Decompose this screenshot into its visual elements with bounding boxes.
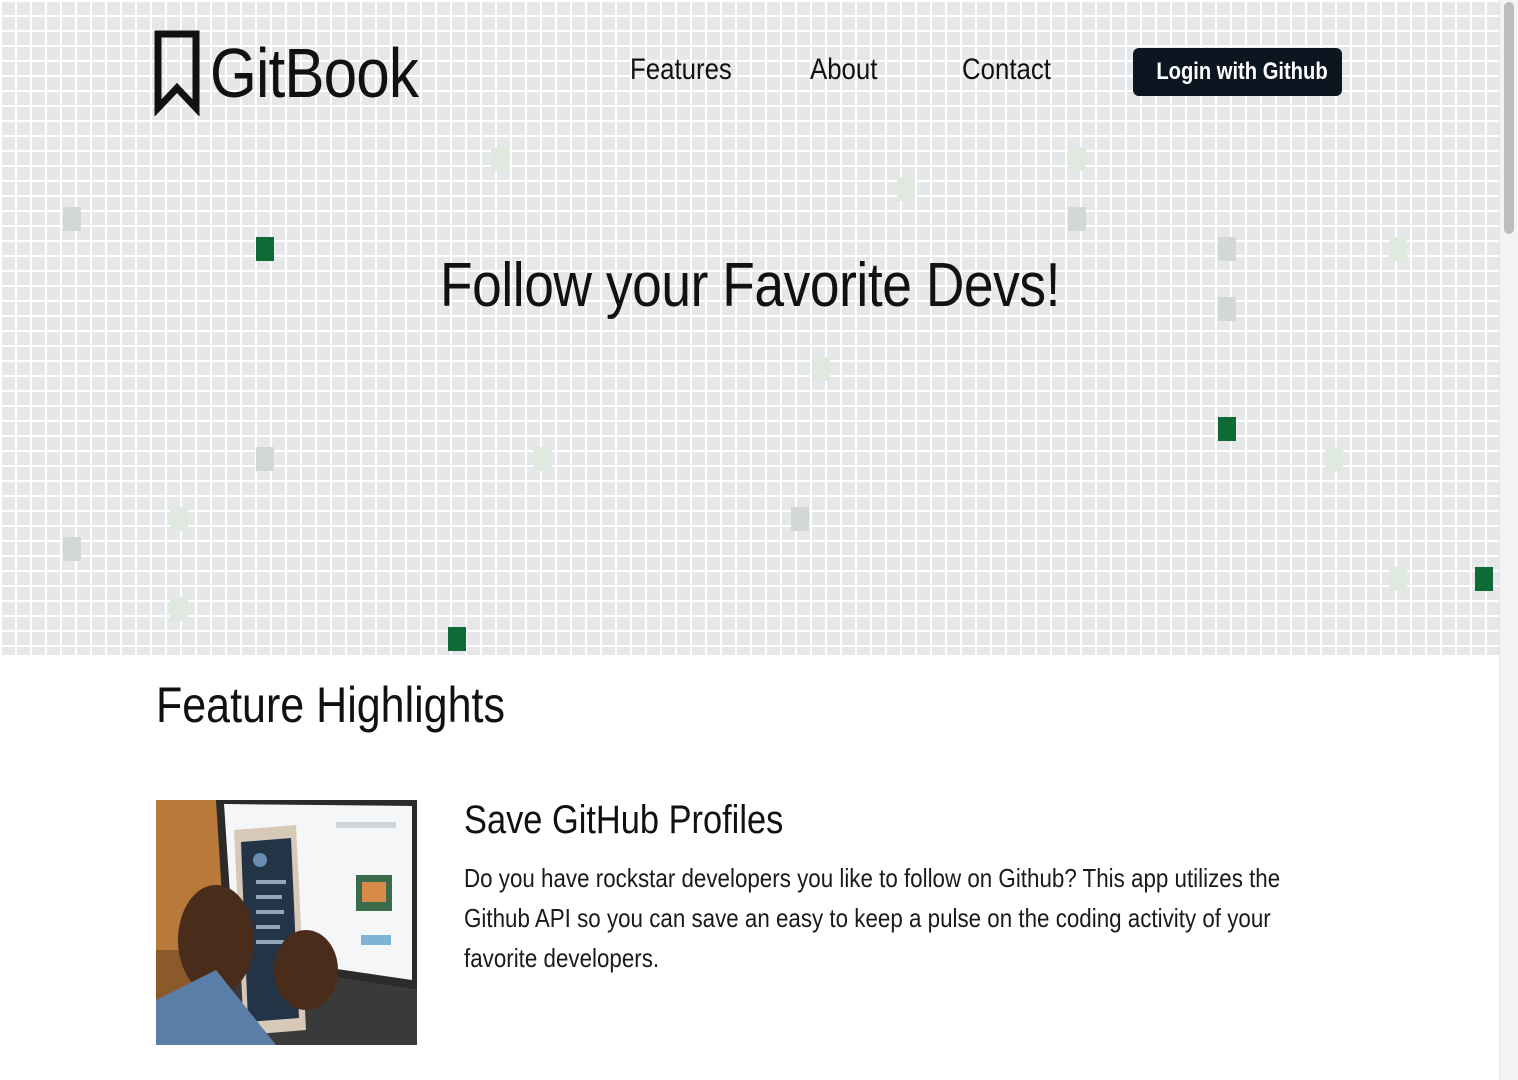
grid-cell — [1068, 147, 1086, 171]
nav-link-contact[interactable]: Contact — [962, 52, 1051, 88]
login-with-github-button[interactable]: Login with Github — [1133, 48, 1342, 96]
grid-cell — [791, 507, 809, 531]
grid-cell — [491, 147, 509, 171]
nav-link-about[interactable]: About — [810, 52, 877, 88]
nav-link-features[interactable]: Features — [630, 52, 732, 88]
phone-laptop-illustration — [156, 800, 417, 1045]
feature-title: Save GitHub Profiles — [464, 798, 784, 842]
grid-cell — [534, 447, 552, 471]
grid-cell — [812, 357, 830, 381]
grid-cell — [63, 537, 81, 561]
grid-cell — [897, 177, 915, 201]
brand-name: GitBook — [210, 34, 419, 112]
grid-cell — [170, 597, 188, 621]
login-button-label: Login with Github — [1155, 58, 1328, 85]
feature-description: Do you have rockstar developers you like… — [464, 863, 1281, 973]
brand-logo[interactable]: GitBook — [154, 30, 452, 116]
grid-cell — [1068, 207, 1086, 231]
scrollbar-thumb[interactable] — [1504, 2, 1514, 234]
grid-cell — [1325, 447, 1343, 471]
grid-cell — [1389, 567, 1407, 591]
grid-cell — [63, 207, 81, 231]
grid-cell-active — [1475, 567, 1493, 591]
hero-title: Follow your Favorite Devs! — [440, 251, 1060, 320]
feature-image — [156, 800, 417, 1045]
grid-cell-active — [448, 627, 466, 651]
hero-section: GitBook Features About Contact Login wit… — [0, 0, 1500, 655]
bookmark-icon — [154, 30, 200, 116]
grid-cell-active — [1218, 417, 1236, 441]
feature-highlights-title: Feature Highlights — [156, 677, 505, 733]
grid-cell — [256, 447, 274, 471]
grid-cell — [170, 507, 188, 531]
page-scrollbar[interactable] — [1499, 0, 1518, 1080]
